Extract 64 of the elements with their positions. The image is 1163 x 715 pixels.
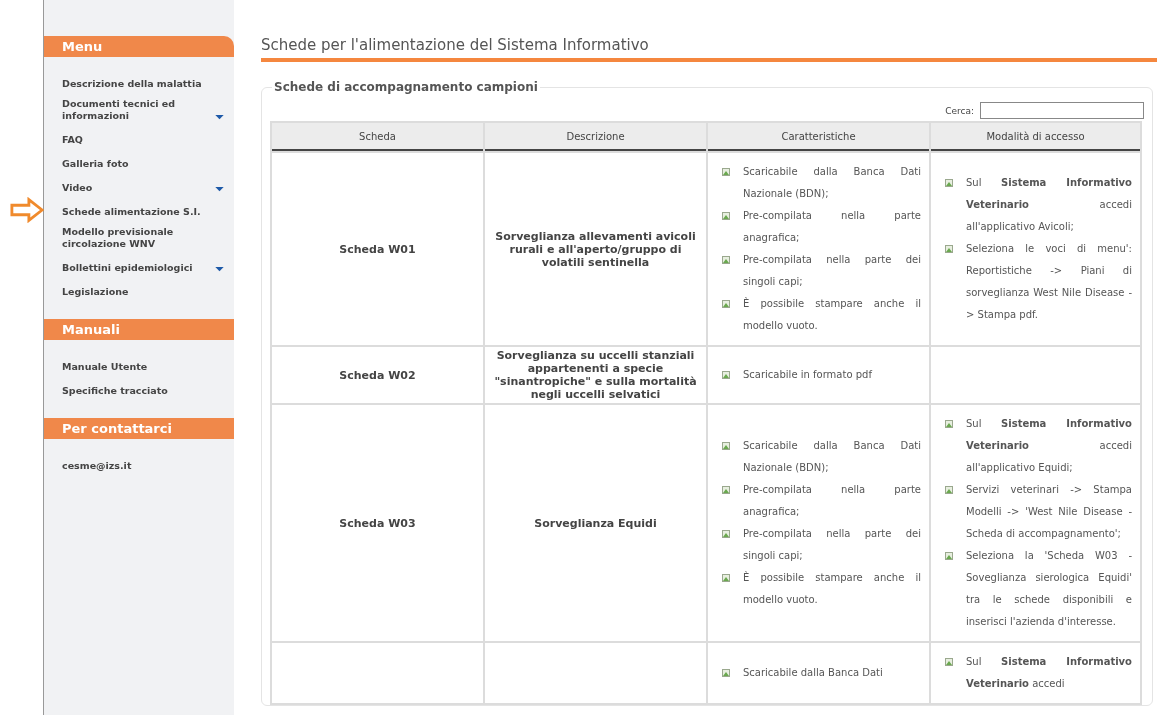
list-text: È possibile stampare anche il modello vuoto. (743, 296, 921, 333)
list-text: Pre-compilata nella parte dei singoli capi; (743, 253, 921, 289)
list-text: Seleziona la 'Scheda W03 - Soveglianza sierologica Equidi' tra le schede disponibili e inserisci l'azienda d'interesse. (966, 549, 1132, 629)
column-header[interactable]: Modalità di accesso (931, 123, 1140, 151)
section-header: Per contattarci (44, 418, 234, 439)
list-text: Servizi veterinari -> Stampa Modelli -> 'West Nile Disease - Scheda di accompagnamento'; (966, 483, 1132, 541)
column-header[interactable]: Caratteristiche (708, 123, 929, 151)
image-icon (722, 442, 730, 450)
list-text: Scaricabile dalla Banca Dati Nazionale (BDN); (743, 165, 921, 201)
image-icon (945, 179, 953, 187)
table-cell: Scheda W02 (339, 368, 416, 382)
list-text: Seleziona le voci di menu': Reportistiche -> Piani di sorveglianza West Nile Disease -> Stampa pdf. (966, 242, 1132, 322)
image-icon (722, 212, 730, 220)
sidebar-link[interactable]: Bollettini epidemiologici (62, 262, 215, 274)
image-icon (722, 486, 730, 494)
image-icon (722, 168, 730, 176)
sidebar-link[interactable]: Video (62, 182, 215, 194)
list-text: Pre-compilata nella parte anagrafica; (743, 209, 921, 245)
sidebar-link[interactable]: Legislazione (62, 286, 224, 298)
section-header: Manuali (44, 319, 234, 340)
image-icon (945, 420, 953, 428)
list-text: Pre-compilata nella parte dei singoli capi; (743, 527, 921, 563)
caret-icon[interactable] (215, 267, 224, 272)
list-text: Sul Sistema Informativo Veterinario accedi all'applicativo Avicoli; (966, 176, 1132, 234)
table-cell: Sorveglianza allevamenti avicoli rurali e all'aperto/gruppo di volatili sentinella (495, 229, 696, 269)
image-icon (945, 552, 953, 560)
sidebar-link[interactable]: cesme@izs.it (62, 460, 224, 472)
caret-icon[interactable] (215, 187, 224, 192)
list-text: È possibile stampare anche il modello vuoto. (743, 570, 921, 607)
sidebar-link[interactable]: FAQ (62, 134, 224, 146)
sidebar-link[interactable]: Documenti tecnici ed informazioni (62, 98, 215, 122)
search-field[interactable] (980, 102, 1144, 119)
list-text: Sul Sistema Informativo Veterinario accedi (966, 655, 1132, 691)
sidebar-link[interactable]: Specifiche tracciato (62, 385, 224, 397)
sidebar-link[interactable]: Modello previsionale circolazione WNV (62, 226, 224, 250)
image-icon (722, 300, 730, 308)
image-icon (945, 486, 953, 494)
table-cell: Scheda W03 (339, 516, 416, 530)
sidebar-link[interactable]: Schede alimentazione S.I. (62, 206, 224, 218)
image-icon (722, 530, 730, 538)
list-text: Scaricabile dalla Banca Dati (743, 666, 884, 680)
list-text: Scaricabile dalla Banca Dati Nazionale (BDN); (743, 439, 921, 475)
sidebar-link[interactable]: Galleria foto (62, 158, 224, 170)
sidebar-link[interactable]: Manuale Utente (62, 361, 224, 373)
search-label: Cerca: (945, 105, 974, 116)
list-text: Sul Sistema Informativo Veterinario accedi all'applicativo Equidi; (966, 417, 1132, 475)
caret-icon[interactable] (215, 115, 224, 120)
fieldset-legend: Schede di accompagnamento campioni (272, 80, 540, 94)
image-icon (722, 256, 730, 264)
image-icon (945, 658, 953, 666)
table-cell: Sorveglianza Equidi (534, 516, 657, 530)
sidebar-link[interactable]: Descrizione della malattia (62, 78, 224, 90)
image-icon (722, 669, 730, 677)
image-icon (945, 245, 953, 253)
image-icon (722, 371, 730, 379)
column-header[interactable]: Scheda (272, 123, 483, 151)
section-header: Menu (44, 36, 234, 57)
list-text: Pre-compilata nella parte anagrafica; (743, 483, 921, 519)
column-header[interactable]: Descrizione (485, 123, 706, 151)
list-text: Scaricabile in formato pdf (743, 368, 874, 382)
table-cell: Sorveglianza su uccelli stanziali appartenenti a specie "sinantropiche" e sulla mortalità negli uccelli selvatici (494, 349, 697, 401)
table-cell: Scheda W01 (339, 242, 416, 256)
page-title: Schede per l'alimentazione del Sistema Informativo (261, 36, 650, 54)
image-icon (722, 574, 730, 582)
